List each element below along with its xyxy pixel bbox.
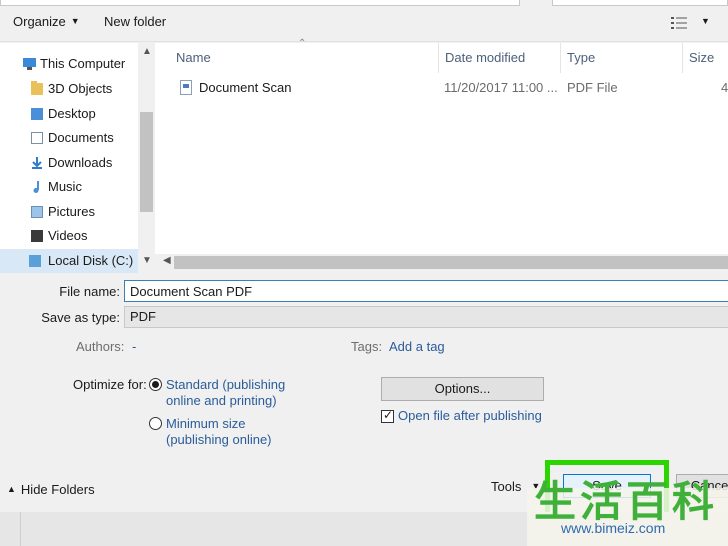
horizontal-scroll-thumb[interactable] <box>174 256 728 269</box>
file-name-input[interactable] <box>124 280 728 302</box>
pictures-icon <box>31 206 43 218</box>
nav-item-this-computer[interactable]: This Computer <box>0 52 138 76</box>
scroll-down-icon[interactable]: ▼ <box>142 255 152 266</box>
standard-line-1: Standard (publishing <box>166 377 286 392</box>
organize-label: Organize <box>13 14 66 29</box>
save-as-type-label: Save as type: <box>41 310 120 325</box>
column-size[interactable]: Size <box>682 43 728 73</box>
open-after-publishing-label[interactable]: Open file after publishing <box>398 408 542 423</box>
file-type: PDF File <box>567 80 618 95</box>
minimum-line-1: Minimum size <box>166 416 246 431</box>
nav-item-label: Videos <box>48 228 88 243</box>
nav-item-videos[interactable]: Videos <box>0 224 138 248</box>
hide-folders-label: Hide Folders <box>20 482 95 497</box>
watermark-url: www.bimeiz.com <box>561 520 666 536</box>
save-as-type-select[interactable]: PDF <box>124 306 728 328</box>
hide-folders-button[interactable]: ▲ Hide Folders <box>7 482 95 497</box>
minimum-size-radio[interactable] <box>149 417 162 430</box>
chevron-down-icon: ▼ <box>70 16 80 26</box>
column-header: Name Date modified Type Size <box>165 43 728 73</box>
column-type[interactable]: Type <box>560 43 682 73</box>
nav-item-label: Local Disk (C:) <box>48 253 134 268</box>
scroll-up-icon[interactable]: ▲ <box>142 46 152 57</box>
nav-item-label: Music <box>48 179 82 194</box>
watermark-logo: 生活百科 <box>534 477 719 526</box>
optimize-for-label: Optimize for: <box>73 377 147 392</box>
tags-label: Tags: <box>351 339 383 354</box>
divider <box>20 512 21 546</box>
standard-line-2: online and printing) <box>166 393 277 408</box>
nav-item-pictures[interactable]: Pictures <box>0 200 138 224</box>
nav-item-label: Documents <box>48 130 114 145</box>
scroll-left-icon[interactable]: ◀ <box>163 255 171 266</box>
nav-item-3d-objects[interactable]: 3D Objects <box>0 77 138 101</box>
minimum-option-label[interactable]: Minimum size (publishing online) <box>166 416 272 448</box>
nav-item-label: Pictures <box>48 204 95 219</box>
add-tag-link[interactable]: Add a tag <box>389 339 445 354</box>
file-list-pane <box>155 43 728 254</box>
pdf-file-icon <box>180 80 192 95</box>
nav-item-documents[interactable]: Documents <box>0 126 138 150</box>
authors-value[interactable]: - <box>132 339 136 354</box>
nav-scroll-thumb[interactable] <box>140 112 153 212</box>
computer-icon <box>23 58 36 70</box>
nav-item-music[interactable]: Music <box>0 175 138 199</box>
nav-item-label: Desktop <box>48 106 96 121</box>
standard-option-label[interactable]: Standard (publishing online and printing… <box>166 377 285 409</box>
nav-item-label: 3D Objects <box>48 81 113 96</box>
nav-item-label: This Computer <box>40 56 126 71</box>
nav-item-desktop[interactable]: Desktop <box>0 102 138 126</box>
music-note-icon <box>33 181 39 193</box>
sort-ascending-icon: ⌃ <box>298 38 307 49</box>
column-date-modified[interactable]: Date modified <box>438 43 560 73</box>
file-name-label: File name: <box>59 284 120 299</box>
new-folder-button[interactable]: New folder <box>104 14 166 29</box>
authors-label: Authors: <box>76 339 125 354</box>
minimum-line-2: (publishing online) <box>166 432 272 447</box>
film-icon <box>31 230 43 242</box>
nav-item-downloads[interactable]: Downloads <box>0 151 138 175</box>
file-date: 11/20/2017 11:00 ... <box>444 80 558 95</box>
file-name: Document Scan <box>199 80 292 95</box>
disk-icon <box>29 255 41 267</box>
file-row[interactable]: Document Scan 11/20/2017 11:00 ... PDF F… <box>165 76 728 100</box>
navigation-pane: This Computer 3D Objects Desktop Documen… <box>0 43 155 273</box>
download-arrow-icon <box>32 157 42 169</box>
standard-radio[interactable] <box>149 378 162 391</box>
file-size: 4 <box>721 80 728 95</box>
view-options-button[interactable]: ▼ <box>671 14 710 29</box>
details-view-icon <box>671 16 687 29</box>
chevron-down-icon: ▼ <box>701 16 710 26</box>
chevron-up-icon: ▲ <box>7 484 16 494</box>
nav-item-label: Downloads <box>48 155 113 170</box>
desktop-folder-icon <box>31 108 43 120</box>
options-button[interactable]: Options... <box>381 377 544 401</box>
open-after-publishing-checkbox[interactable] <box>381 408 394 423</box>
folder-icon <box>31 81 43 95</box>
tools-label: Tools <box>491 479 522 494</box>
documents-icon <box>31 132 43 144</box>
organize-button[interactable]: Organize ▼ <box>13 14 80 34</box>
nav-item-local-disk[interactable]: Local Disk (C:) <box>0 249 138 273</box>
